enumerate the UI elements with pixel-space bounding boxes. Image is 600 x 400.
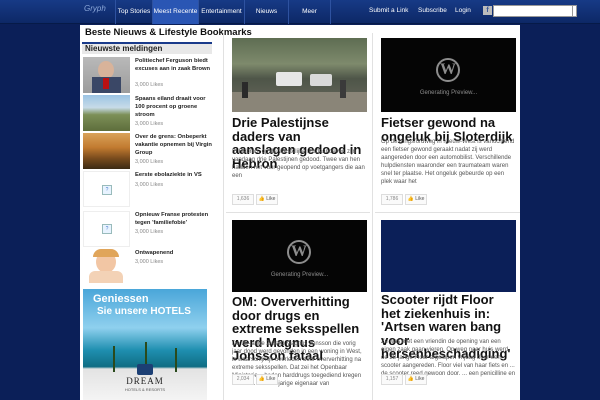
article-image[interactable]: W Generating Preview... [381,38,516,112]
sidebar-item-likes: 3,000 Likes [135,259,164,265]
sidebar-thumbnail[interactable]: ? [83,211,130,247]
sidebar-heading: Nieuwste meldingen [82,42,212,54]
sidebar-item-likes: 3,000 Likes [135,182,164,188]
sidebar-item[interactable]: Politiechef Ferguson biedt excuses aan i… [83,57,213,95]
sidebar-item-likes: 3,000 Likes [135,82,164,88]
ad-subheadline: Sie unsere HOTELS [97,306,191,317]
palm-tree [113,346,115,372]
facebook-icon[interactable]: f [483,6,492,15]
row-divider [375,212,520,213]
wordpress-icon: W [287,240,311,264]
wordpress-icon: W [436,58,460,82]
page-title: Beste Nieuws & Lifestyle Bookmarks [85,27,252,38]
sidebar-item-title[interactable]: Eerste ebolaziekte in VS [135,171,215,179]
sidebar-thumbnail[interactable] [83,249,130,285]
row-divider [226,212,370,213]
like-label: Like [415,196,425,202]
sidebar-thumbnail[interactable] [83,95,130,131]
sidebar-item-title[interactable]: Over de grens: Onbeperkt vakantie opneme… [135,133,215,157]
article-card[interactable]: Drie Palestijnse daders van aanslagen ge… [232,38,367,206]
sidebar-item-title[interactable]: Ontwapenend [135,249,215,257]
article-image[interactable]: W Generating Preview... [232,220,367,292]
article-card[interactable]: Scooter rijdt Floor het ziekenhuis in: '… [381,220,516,400]
ad-brand-sub: HOTELS & RESORTS [124,387,166,392]
column-divider [223,33,224,400]
subscribe-button[interactable]: Subscribe [418,0,447,24]
article-excerpt: In Hebron, op de Westelijke Jordaanoever… [232,149,365,179]
like-button[interactable]: 👍 Like [256,194,278,205]
ad-brand: DREAM [126,376,164,386]
preview-text: Generating Preview... [419,90,478,96]
sidebar-thumbnail[interactable] [83,57,130,93]
article-image[interactable] [381,220,516,292]
sidebar-item[interactable]: ? Eerste ebolaziekte in VS 3,000 Likes [83,171,213,211]
submit-link-button[interactable]: Submit a Link [369,0,408,24]
sidebar-thumbnail[interactable]: ? [83,171,130,207]
sidebar-item[interactable]: Over de grens: Onbeperkt vakantie opneme… [83,133,213,171]
sidebar-item-likes: 3,000 Likes [135,159,164,165]
like-label: Like [415,376,425,382]
preview-text: Generating Preview... [270,272,329,278]
sidebar-item-likes: 3,000 Likes [135,229,164,235]
top-navbar: Gryph Top Stories Meest Recente Entertai… [0,0,600,24]
like-button[interactable]: 👍 Like [405,194,427,205]
nav-meer[interactable]: Meer [289,0,331,24]
like-label: Like [266,196,276,202]
nav-meest-recente[interactable]: Meest Recente [153,0,199,24]
article-card[interactable]: W Generating Preview... OM: Oververhitti… [232,220,367,400]
like-label: Like [266,376,276,382]
share-count: 2,034 [232,374,254,385]
sidebar-item[interactable]: Ontwapenend 3,000 Likes [83,249,213,287]
search-input[interactable] [493,5,573,17]
article-excerpt: Op de Kingsfordweg in Nieuw-West is vano… [381,139,515,185]
sidebar-thumbnail[interactable] [83,133,130,169]
sidebar-item[interactable]: Spaans eiland draait voor 100 procent op… [83,95,213,133]
column-divider [372,33,373,400]
sidebar-item-title[interactable]: Opnieuw Franse protesten tegen 'familief… [135,211,215,227]
share-count: 1,636 [232,194,254,205]
share-count: 1,157 [381,374,403,385]
broken-image-icon: ? [102,185,112,195]
login-button[interactable]: Login [455,0,471,24]
nav-top-stories[interactable]: Top Stories [115,0,153,24]
site-logo[interactable]: Gryph [84,4,106,13]
nav-nieuws[interactable]: Nieuws [245,0,289,24]
sidebar-item-likes: 3,000 Likes [135,121,164,127]
article-card[interactable]: W Generating Preview... Fietser gewond n… [381,38,516,206]
palm-tree [175,348,177,372]
like-button[interactable]: 👍 Like [256,374,278,385]
sidebar-item-title[interactable]: Politiechef Ferguson biedt excuses aan i… [135,57,215,73]
nav-entertainment[interactable]: Entertainment [199,0,245,24]
ad-headline: Geniessen [93,293,149,305]
brand-logo [137,364,153,375]
sidebar-item[interactable]: ? Opnieuw Franse protesten tegen 'famili… [83,211,213,249]
hotel-advertisement[interactable]: Geniessen Sie unsere HOTELS DREAM HOTELS… [83,289,207,400]
like-button[interactable]: 👍 Like [405,374,427,385]
sidebar-item-title[interactable]: Spaans eiland draait voor 100 procent op… [135,95,215,119]
broken-image-icon: ? [102,224,112,234]
share-count: 1,786 [381,194,403,205]
search-button[interactable] [573,5,577,17]
article-image[interactable] [232,38,367,112]
